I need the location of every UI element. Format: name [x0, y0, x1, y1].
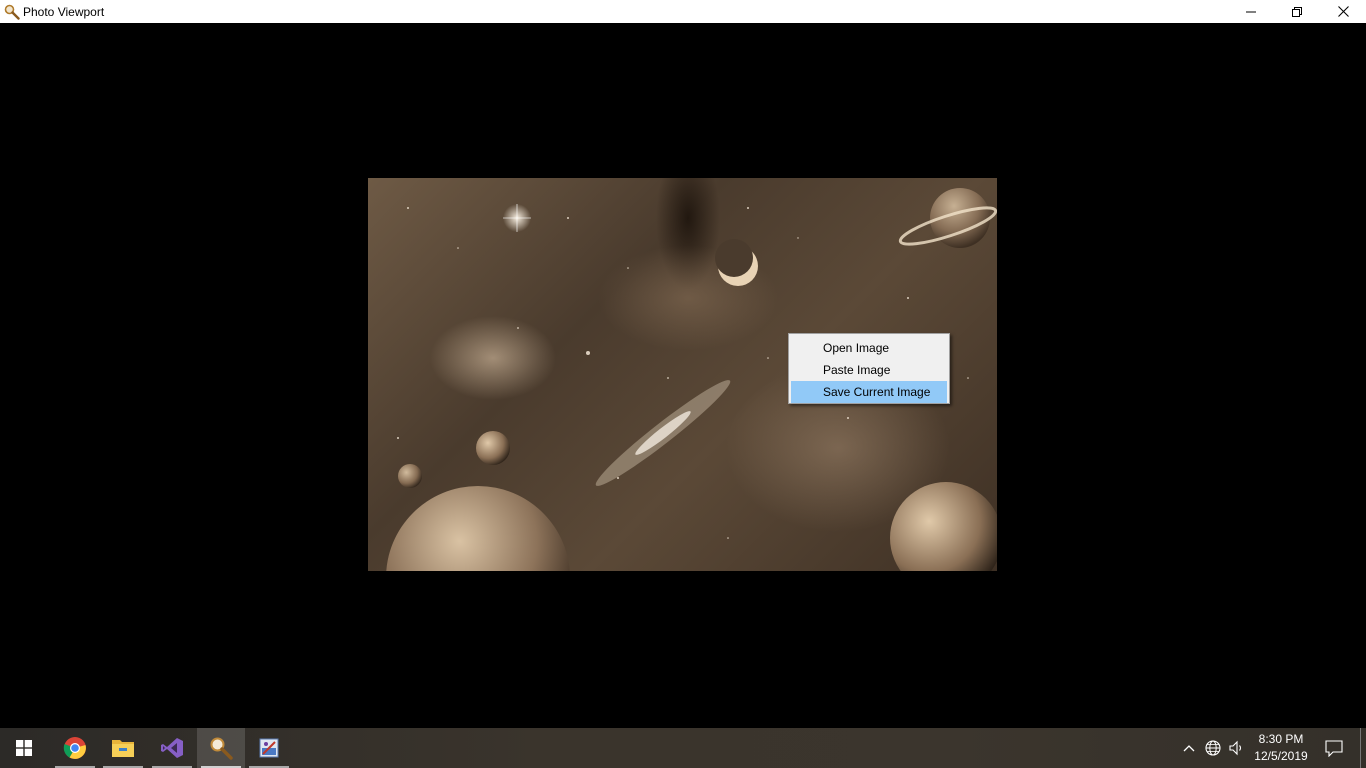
paint-icon	[259, 738, 279, 758]
magnifier-icon	[4, 4, 20, 20]
minimize-button[interactable]	[1228, 0, 1274, 23]
volume-icon	[1229, 740, 1242, 756]
close-icon	[1337, 6, 1349, 17]
volume-button[interactable]	[1226, 728, 1248, 768]
chrome-icon	[63, 737, 86, 759]
network-button[interactable]	[1202, 728, 1224, 768]
restore-button[interactable]	[1274, 0, 1320, 23]
clock-time: 8:30 PM	[1258, 732, 1304, 746]
chevron-up-icon	[1183, 745, 1195, 752]
start-button[interactable]	[0, 728, 48, 768]
restore-icon	[1292, 6, 1302, 17]
file-explorer-icon	[112, 740, 134, 757]
window-title: Photo Viewport	[23, 4, 105, 19]
menu-item-open-image[interactable]: Open Image	[791, 337, 947, 359]
close-button[interactable]	[1320, 0, 1366, 23]
taskbar-app-file-explorer[interactable]	[99, 728, 147, 768]
show-desktop-button[interactable]	[1360, 728, 1366, 768]
action-center-button[interactable]	[1318, 728, 1350, 768]
image-viewport[interactable]	[0, 23, 1366, 728]
visual-studio-icon	[161, 738, 183, 758]
title-bar[interactable]: Photo Viewport	[0, 0, 1366, 23]
context-menu: Open Image Paste Image Save Current Imag…	[788, 333, 950, 404]
taskbar: 8:30 PM 12/5/2019	[0, 728, 1366, 768]
taskbar-app-visual-studio[interactable]	[148, 728, 196, 768]
taskbar-app-photo-viewport[interactable]	[197, 728, 245, 768]
windows-start-icon	[16, 740, 32, 756]
menu-item-paste-image[interactable]: Paste Image	[791, 359, 947, 381]
taskbar-clock[interactable]: 8:30 PM 12/5/2019	[1250, 728, 1312, 768]
menu-item-save-current-image[interactable]: Save Current Image	[791, 381, 947, 403]
clock-date: 12/5/2019	[1254, 749, 1308, 763]
network-globe-icon	[1205, 740, 1221, 756]
minimize-icon	[1246, 11, 1256, 12]
notification-icon	[1325, 739, 1343, 757]
taskbar-app-paint[interactable]	[245, 728, 293, 768]
taskbar-app-chrome[interactable]	[51, 728, 99, 768]
photo-viewport-icon	[210, 737, 233, 760]
show-hidden-icons-button[interactable]	[1180, 728, 1198, 768]
